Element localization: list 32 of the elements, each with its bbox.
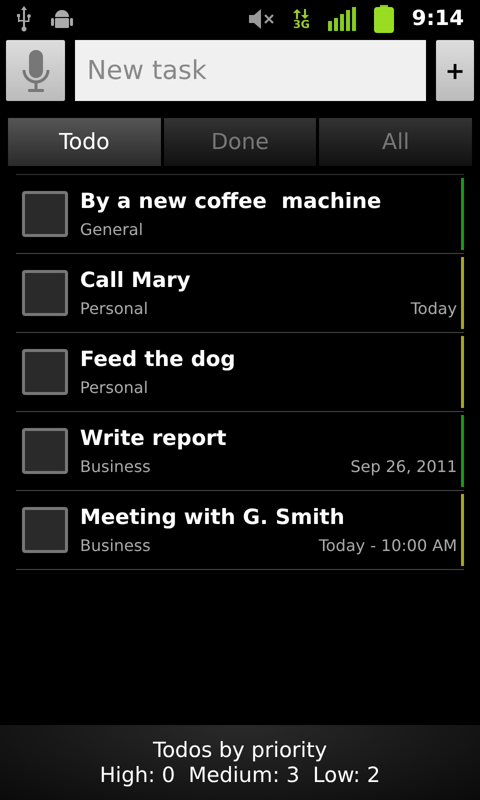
task-category: Personal bbox=[80, 378, 148, 398]
task-category: General bbox=[80, 220, 144, 240]
checkbox[interactable] bbox=[22, 507, 68, 553]
robot-icon bbox=[50, 8, 74, 30]
usb-icon bbox=[16, 6, 32, 32]
checkbox[interactable] bbox=[22, 428, 68, 474]
task-due-date: Today bbox=[410, 299, 457, 319]
new-task-field[interactable]: New task bbox=[75, 40, 426, 101]
task-due-date: Sep 26, 2011 bbox=[350, 457, 457, 477]
task-due-date: Today - 10:00 AM bbox=[318, 536, 457, 556]
signal-icon bbox=[328, 7, 356, 31]
microphone-button[interactable] bbox=[6, 40, 65, 101]
task-title: Feed the dog bbox=[80, 346, 236, 372]
checkbox[interactable] bbox=[22, 349, 68, 395]
task-title: Write report bbox=[80, 425, 228, 451]
checkbox[interactable] bbox=[22, 191, 68, 237]
task-title: Call Mary bbox=[80, 267, 192, 293]
clock-time: 9:14 bbox=[412, 5, 464, 32]
task-category: Personal bbox=[80, 299, 148, 319]
add-button[interactable]: + bbox=[436, 40, 474, 101]
tab[interactable]: Done bbox=[164, 118, 316, 166]
footer-title: Todos by priority bbox=[152, 738, 328, 762]
tab[interactable]: All bbox=[319, 118, 472, 166]
checkbox[interactable] bbox=[22, 270, 68, 316]
tab[interactable]: Todo bbox=[8, 118, 161, 166]
task-category: Business bbox=[80, 457, 151, 477]
task-category: Business bbox=[80, 536, 151, 556]
priority-summary: High: 0 Medium: 3 Low: 2 bbox=[100, 762, 380, 788]
muted-speaker-icon bbox=[247, 7, 276, 31]
task-title: By a new coffee machine bbox=[80, 188, 382, 214]
battery-icon bbox=[374, 5, 394, 33]
task-title: Meeting with G. Smith bbox=[80, 504, 346, 530]
